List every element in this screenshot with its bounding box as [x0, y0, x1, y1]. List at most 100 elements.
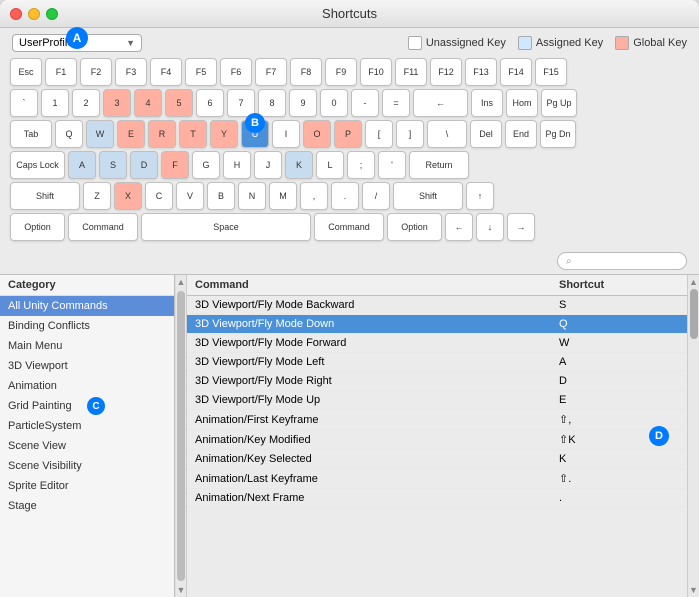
- key-y[interactable]: Y: [210, 120, 238, 148]
- sidebar-scroll-up[interactable]: ▲: [177, 277, 186, 287]
- key-f6[interactable]: F6: [220, 58, 252, 86]
- key-f7[interactable]: F7: [255, 58, 287, 86]
- key-f1[interactable]: F1: [45, 58, 77, 86]
- table-row[interactable]: 3D Viewport/Fly Mode Left A: [187, 353, 687, 372]
- key-option-right[interactable]: Option: [387, 213, 442, 241]
- key-bracket-left[interactable]: [: [365, 120, 393, 148]
- key-6[interactable]: 6: [196, 89, 224, 117]
- key-f13[interactable]: F13: [465, 58, 497, 86]
- key-z[interactable]: Z: [83, 182, 111, 210]
- key-arrow-right[interactable]: →: [507, 213, 535, 241]
- key-bracket-right[interactable]: ]: [396, 120, 424, 148]
- key-pgdn[interactable]: Pg Dn: [540, 120, 576, 148]
- table-row[interactable]: Animation/Key Selected K: [187, 450, 687, 469]
- sidebar-scroll-thumb[interactable]: [177, 291, 185, 581]
- key-d[interactable]: D: [130, 151, 158, 179]
- table-scrollbar[interactable]: ▲ ▼: [687, 275, 699, 597]
- sidebar-item-scene-view[interactable]: Scene View: [0, 436, 174, 456]
- key-e[interactable]: E: [117, 120, 145, 148]
- key-arrow-down[interactable]: ↓: [476, 213, 504, 241]
- key-f15[interactable]: F15: [535, 58, 567, 86]
- key-x[interactable]: X: [114, 182, 142, 210]
- profile-select[interactable]: A UserProfile ▼: [12, 34, 142, 52]
- sidebar-scroll-down[interactable]: ▼: [177, 585, 186, 595]
- key-shift-left[interactable]: Shift: [10, 182, 80, 210]
- key-end[interactable]: End: [505, 120, 537, 148]
- key-capslock[interactable]: Caps Lock: [10, 151, 65, 179]
- key-comma[interactable]: ,: [300, 182, 328, 210]
- table-row[interactable]: 3D Viewport/Fly Mode Down Q: [187, 315, 687, 334]
- key-n[interactable]: N: [238, 182, 266, 210]
- key-home[interactable]: Hom: [506, 89, 538, 117]
- key-w[interactable]: W: [86, 120, 114, 148]
- table-row[interactable]: 3D Viewport/Fly Mode Up E: [187, 391, 687, 410]
- key-u[interactable]: B U: [241, 120, 269, 148]
- key-m[interactable]: M: [269, 182, 297, 210]
- key-0[interactable]: 0: [320, 89, 348, 117]
- key-h[interactable]: H: [223, 151, 251, 179]
- sidebar-item-sprite-editor[interactable]: Sprite Editor: [0, 476, 174, 496]
- key-option-left[interactable]: Option: [10, 213, 65, 241]
- key-shift-right[interactable]: Shift: [393, 182, 463, 210]
- key-t[interactable]: T: [179, 120, 207, 148]
- key-v[interactable]: V: [176, 182, 204, 210]
- sidebar-item-main-menu[interactable]: Main Menu: [0, 336, 174, 356]
- key-minus[interactable]: -: [351, 89, 379, 117]
- key-space[interactable]: Space: [141, 213, 311, 241]
- sidebar-item-animation[interactable]: Animation: [0, 376, 174, 396]
- key-backtick[interactable]: `: [10, 89, 38, 117]
- key-command-right[interactable]: Command: [314, 213, 384, 241]
- table-row[interactable]: Animation/First Keyframe ⇧,: [187, 410, 687, 430]
- table-row[interactable]: 3D Viewport/Fly Mode Forward W: [187, 334, 687, 353]
- table-scroll-up[interactable]: ▲: [689, 277, 698, 287]
- key-command-left[interactable]: Command: [68, 213, 138, 241]
- key-semicolon[interactable]: ;: [347, 151, 375, 179]
- search-input[interactable]: [576, 255, 678, 267]
- key-f5[interactable]: F5: [185, 58, 217, 86]
- key-4[interactable]: 4: [134, 89, 162, 117]
- key-5[interactable]: 5: [165, 89, 193, 117]
- key-a[interactable]: A: [68, 151, 96, 179]
- key-8[interactable]: 8: [258, 89, 286, 117]
- key-arrow-left[interactable]: ←: [445, 213, 473, 241]
- key-equals[interactable]: =: [382, 89, 410, 117]
- maximize-button[interactable]: [46, 8, 58, 20]
- table-row[interactable]: 3D Viewport/Fly Mode Backward S: [187, 296, 687, 315]
- key-period[interactable]: .: [331, 182, 359, 210]
- key-f14[interactable]: F14: [500, 58, 532, 86]
- key-f2[interactable]: F2: [80, 58, 112, 86]
- key-9[interactable]: 9: [289, 89, 317, 117]
- table-row[interactable]: Animation/Next Frame .: [187, 489, 687, 508]
- key-g[interactable]: G: [192, 151, 220, 179]
- key-f3[interactable]: F3: [115, 58, 147, 86]
- key-f8[interactable]: F8: [290, 58, 322, 86]
- key-p[interactable]: P: [334, 120, 362, 148]
- key-f4[interactable]: F4: [150, 58, 182, 86]
- table-scroll-thumb[interactable]: [690, 289, 698, 339]
- sidebar-item-all-unity[interactable]: All Unity Commands: [0, 296, 174, 316]
- minimize-button[interactable]: [28, 8, 40, 20]
- key-f10[interactable]: F10: [360, 58, 392, 86]
- sidebar-item-stage[interactable]: Stage: [0, 496, 174, 516]
- table-row[interactable]: 3D Viewport/Fly Mode Right D: [187, 372, 687, 391]
- key-tab[interactable]: Tab: [10, 120, 52, 148]
- sidebar-item-scene-visibility[interactable]: Scene Visibility: [0, 456, 174, 476]
- key-f12[interactable]: F12: [430, 58, 462, 86]
- key-l[interactable]: L: [316, 151, 344, 179]
- key-arrow-up[interactable]: ↑: [466, 182, 494, 210]
- key-ins[interactable]: Ins: [471, 89, 503, 117]
- key-f11[interactable]: F11: [395, 58, 427, 86]
- key-pgup[interactable]: Pg Up: [541, 89, 577, 117]
- key-2[interactable]: 2: [72, 89, 100, 117]
- key-return[interactable]: Return: [409, 151, 469, 179]
- sidebar-item-grid-painting[interactable]: Grid Painting C: [0, 396, 174, 416]
- key-c[interactable]: C: [145, 182, 173, 210]
- sidebar-item-binding-conflicts[interactable]: Binding Conflicts: [0, 316, 174, 336]
- key-q[interactable]: Q: [55, 120, 83, 148]
- key-r[interactable]: R: [148, 120, 176, 148]
- key-del[interactable]: Del: [470, 120, 502, 148]
- key-f9[interactable]: F9: [325, 58, 357, 86]
- table-scroll-down[interactable]: ▼: [689, 585, 698, 595]
- key-b[interactable]: B: [207, 182, 235, 210]
- close-button[interactable]: [10, 8, 22, 20]
